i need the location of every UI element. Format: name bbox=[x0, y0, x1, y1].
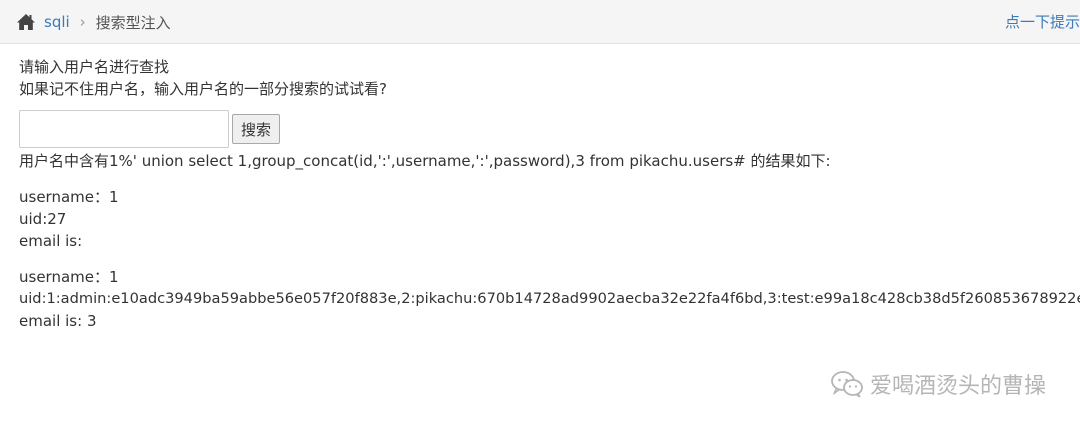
home-icon[interactable] bbox=[16, 13, 36, 31]
result-username: username：1 bbox=[19, 188, 119, 206]
result-summary: 用户名中含有1%' union select 1,group_concat(id… bbox=[19, 152, 831, 170]
main-content: 请输入用户名进行查找 如果记不住用户名，输入用户名的一部分搜索的试试看? 搜索 … bbox=[19, 56, 1080, 332]
wechat-icon bbox=[831, 371, 863, 398]
search-button[interactable]: 搜索 bbox=[232, 114, 281, 144]
intro-line-2: 如果记不住用户名，输入用户名的一部分搜索的试试看? bbox=[19, 80, 387, 98]
chevron-right-icon: › bbox=[79, 13, 86, 31]
breadcrumb: sqli › 搜索型注入 bbox=[16, 0, 171, 44]
result-uid: uid:27 bbox=[19, 210, 67, 228]
intro-line-1: 请输入用户名进行查找 bbox=[19, 58, 170, 76]
result-uid: uid:1:admin:e10adc3949ba59abbe56e057f20f… bbox=[19, 290, 1080, 307]
breadcrumb-current: 搜索型注入 bbox=[95, 13, 171, 32]
hint-link[interactable]: 点一下提示 bbox=[1005, 0, 1080, 44]
breadcrumb-link-sqli[interactable]: sqli bbox=[44, 13, 70, 31]
result-item: username：1 uid:1:admin:e10adc3949ba59abb… bbox=[19, 266, 1080, 332]
page: sqli › 搜索型注入 点一下提示 请输入用户名进行查找 如果记不住用户名，输… bbox=[0, 0, 1080, 433]
breadcrumb-bar: sqli › 搜索型注入 点一下提示 bbox=[0, 0, 1080, 44]
watermark-text: 爱喝酒烫头的曹操 bbox=[869, 374, 1046, 399]
result-email: email is: bbox=[19, 232, 83, 250]
search-input[interactable] bbox=[19, 110, 229, 148]
result-username: username：1 bbox=[19, 268, 119, 286]
result-email: email is: 3 bbox=[19, 312, 97, 330]
watermark: 爱喝酒烫头的曹操 bbox=[830, 368, 1046, 400]
result-item: username：1 uid:27 email is: bbox=[19, 186, 1080, 252]
search-form: 搜索 bbox=[19, 108, 1080, 150]
